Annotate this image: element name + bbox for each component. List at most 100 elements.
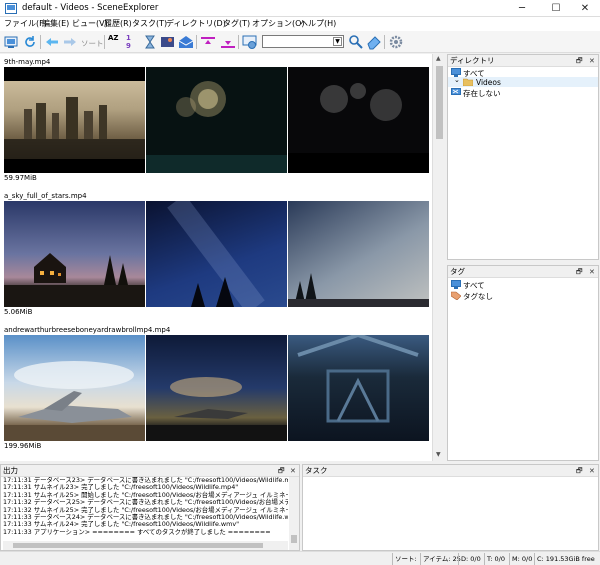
scrollbar-thumb[interactable] xyxy=(291,535,297,543)
video-size-label: 59.97MiB xyxy=(4,174,37,182)
thumbnail-image xyxy=(288,273,429,307)
task-panel: タスク 🗗 ✕ xyxy=(302,464,599,551)
tag-item-none[interactable]: タグなし xyxy=(463,291,493,302)
video-thumbnail[interactable] xyxy=(288,201,429,307)
video-thumbnail[interactable] xyxy=(146,335,287,441)
output-hscrollbar[interactable] xyxy=(3,541,288,550)
image-sort-icon[interactable] xyxy=(160,34,176,50)
thumbnail-image xyxy=(4,67,145,173)
maximize-button[interactable]: ☐ xyxy=(541,0,571,17)
window-title: default - Videos - SceneExplorer xyxy=(22,3,159,13)
scroll-down-icon[interactable]: ▼ xyxy=(436,451,441,458)
eraser-icon[interactable] xyxy=(366,34,382,50)
video-thumbnail[interactable] xyxy=(146,67,287,173)
status-m: M: 0/0 xyxy=(509,553,532,565)
tag-panel: タグ 🗗 ✕ すべて タグなし xyxy=(447,265,599,461)
tag-item-all[interactable]: すべて xyxy=(463,280,485,291)
pin-icon[interactable]: 🗗 xyxy=(576,266,583,278)
refresh-icon[interactable] xyxy=(22,34,38,50)
menu-help[interactable]: ヘルプ(H) xyxy=(300,18,336,29)
minimize-button[interactable]: ─ xyxy=(507,0,537,17)
forward-arrow-icon[interactable] xyxy=(62,34,78,50)
menu-history[interactable]: 履歴(R) xyxy=(104,18,132,29)
filter-combobox[interactable]: ▼ xyxy=(262,35,344,48)
hourglass-icon[interactable] xyxy=(142,34,158,50)
status-free: C: 191.53GiB free xyxy=(534,553,595,565)
directory-item-videos[interactable]: Videos xyxy=(476,78,501,87)
toolbar-separator xyxy=(238,35,239,49)
align-bottom-icon[interactable] xyxy=(220,34,236,50)
output-panel-header: 出力 🗗 ✕ xyxy=(1,465,299,477)
log-line: 17:11:33 アプリケーション> ======== すべてのタスクが終了しま… xyxy=(3,527,271,536)
output-panel: 出力 🗗 ✕ 17:11:31 データベース23> データベースに書き込まれまし… xyxy=(0,464,300,551)
video-thumbnail[interactable] xyxy=(4,335,145,441)
toolbar-separator xyxy=(384,35,385,49)
status-t: T: 0/0 xyxy=(484,553,505,565)
video-thumbnail[interactable] xyxy=(288,335,429,441)
output-scrollbar[interactable] xyxy=(289,477,299,550)
sort-number-icon[interactable]: 19 xyxy=(126,34,134,50)
scrollbar-thumb[interactable] xyxy=(13,543,263,548)
main-scrollbar[interactable]: ▲ ▼ xyxy=(432,54,445,461)
scroll-up-icon[interactable]: ▲ xyxy=(436,55,441,62)
close-icon[interactable]: ✕ xyxy=(589,266,595,278)
open-folder-icon[interactable] xyxy=(4,34,20,50)
thumbnail-image xyxy=(4,361,145,441)
menu-edit[interactable]: 編集(E) xyxy=(42,18,69,29)
status-sort: ソート: xyxy=(392,553,417,565)
menu-task[interactable]: タスク(T) xyxy=(132,18,167,29)
chevron-down-icon[interactable]: ▼ xyxy=(333,37,342,46)
pin-icon[interactable]: 🗗 xyxy=(576,465,583,477)
align-top-icon[interactable] xyxy=(200,34,216,50)
thumbnail-image xyxy=(297,335,419,423)
scrollbar-thumb[interactable] xyxy=(436,66,443,139)
video-grid[interactable]: 9th-may.mp4 59.97MiB a_sky_full_of_stars… xyxy=(0,54,432,461)
search-icon[interactable] xyxy=(348,34,364,50)
tag-icon xyxy=(450,291,462,301)
video-thumbnail[interactable] xyxy=(146,201,287,307)
toolbar-separator xyxy=(40,35,41,49)
settings-monitor-icon[interactable] xyxy=(242,34,258,50)
chevron-down-icon[interactable]: ⌄ xyxy=(454,76,460,84)
toolbar-separator xyxy=(104,35,105,49)
close-icon[interactable]: ✕ xyxy=(589,55,595,67)
back-arrow-icon[interactable] xyxy=(44,34,60,50)
status-bar: ソート: アイテム: 25 D: 0/0 T: 0/0 M: 0/0 C: 19… xyxy=(0,551,600,565)
pin-icon[interactable]: 🗗 xyxy=(576,55,583,67)
menu-directory[interactable]: ディレクトリ(D) xyxy=(166,18,226,29)
video-thumbnail[interactable] xyxy=(4,201,145,307)
thumbnail-image xyxy=(288,83,429,173)
video-thumbnail[interactable] xyxy=(4,67,145,173)
thumbnail-image xyxy=(146,81,287,173)
menu-file[interactable]: ファイル(F) xyxy=(4,18,47,29)
gear-icon[interactable] xyxy=(388,34,404,50)
directory-panel-title: ディレクトリ xyxy=(450,56,495,65)
close-icon[interactable]: ✕ xyxy=(290,465,296,477)
close-icon[interactable]: ✕ xyxy=(589,465,595,477)
folder-icon xyxy=(462,78,474,87)
tag-panel-header: タグ 🗗 ✕ xyxy=(448,266,598,278)
toolbar: ソート AZ 19 ▼ xyxy=(0,31,600,53)
sort-alpha-icon[interactable]: AZ xyxy=(108,34,120,50)
title-bar: default - Videos - SceneExplorer ─ ☐ ✕ xyxy=(0,0,600,17)
open-mail-icon[interactable] xyxy=(178,34,194,50)
menu-view[interactable]: ビュー(V) xyxy=(72,18,108,29)
video-name-label: 9th-may.mp4 xyxy=(4,58,51,66)
video-thumbnail[interactable] xyxy=(288,67,429,173)
close-button[interactable]: ✕ xyxy=(570,0,600,17)
directory-panel-header: ディレクトリ 🗗 ✕ xyxy=(448,55,598,67)
status-items: アイテム: 25 xyxy=(420,553,461,565)
pin-icon[interactable]: 🗗 xyxy=(278,465,285,477)
directory-item-missing[interactable]: 存在しない xyxy=(463,88,501,99)
thumbnail-image xyxy=(4,253,145,307)
thumbnail-image xyxy=(167,201,265,307)
menu-tag[interactable]: タグ(T) xyxy=(223,18,250,29)
app-icon xyxy=(5,3,17,14)
status-d: D: 0/0 xyxy=(458,553,481,565)
menu-options[interactable]: オプション(O) xyxy=(252,18,305,29)
video-name-label: andrewarthurbreeseboneyardrawbrollmp4.mp… xyxy=(4,326,171,334)
thumbnail-image xyxy=(146,377,287,441)
output-log[interactable]: 17:11:31 データベース23> データベースに書き込まれました "C:/f… xyxy=(3,477,288,536)
video-name-label: a_sky_full_of_stars.mp4 xyxy=(4,192,87,200)
task-panel-header: タスク 🗗 ✕ xyxy=(303,465,598,477)
